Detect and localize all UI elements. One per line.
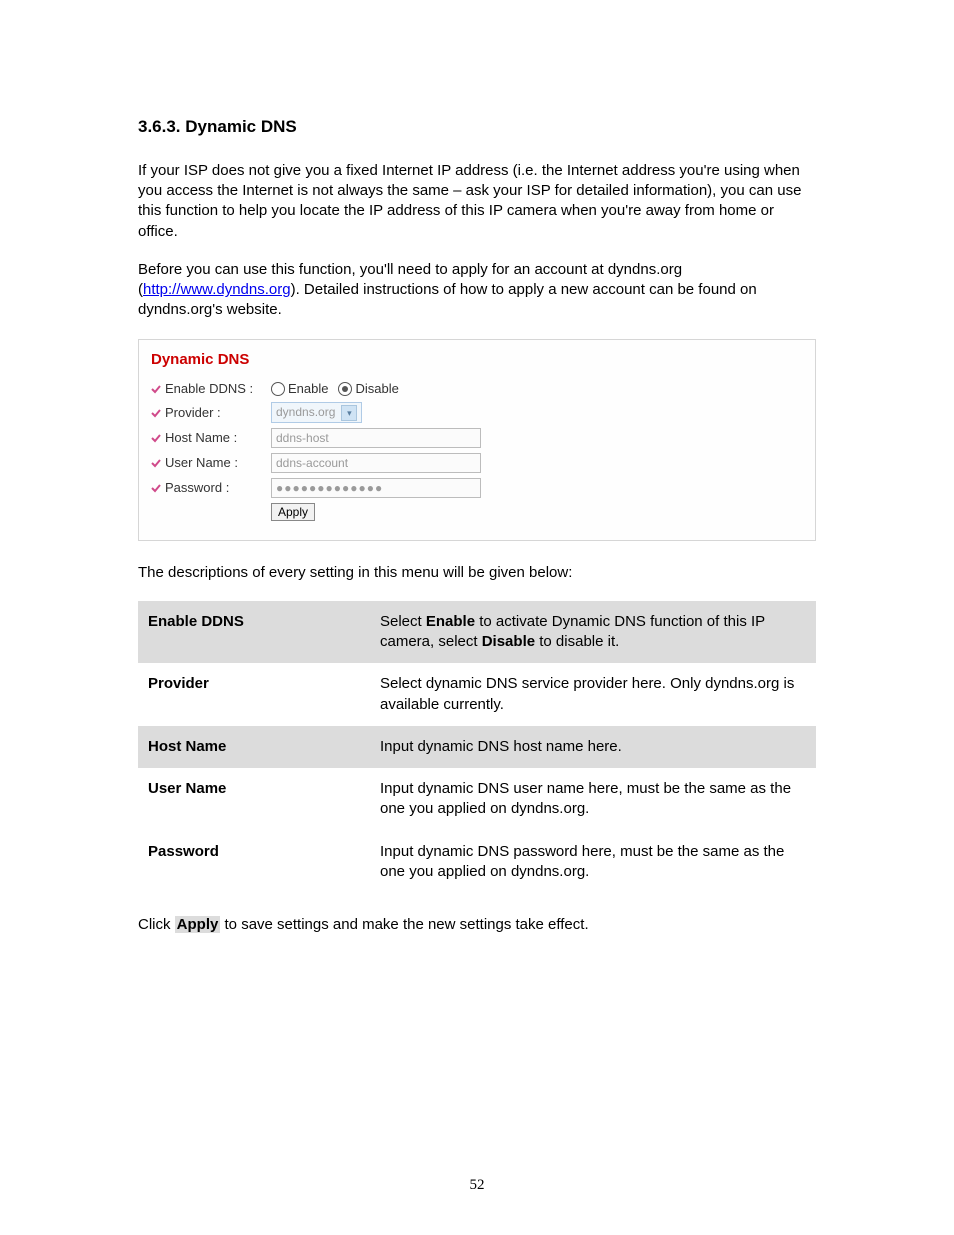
bullet-icon: [151, 483, 161, 493]
bullet-icon: [151, 458, 161, 468]
document-page: 3.6.3. Dynamic DNS If your ISP does not …: [0, 0, 954, 1235]
table-row: Enable DDNS Select Enable to activate Dy…: [138, 601, 816, 664]
user-name-label: User Name :: [151, 454, 271, 472]
radio-enable[interactable]: Enable: [271, 380, 328, 398]
bullet-icon: [151, 408, 161, 418]
row-enable-ddns: Enable DDNS : Enable Disable: [151, 380, 803, 398]
settings-description-table: Enable DDNS Select Enable to activate Dy…: [138, 601, 816, 893]
apply-button[interactable]: Apply: [271, 503, 315, 521]
enable-ddns-label: Enable DDNS :: [151, 380, 271, 398]
setting-desc: Select Enable to activate Dynamic DNS fu…: [370, 601, 816, 664]
closing-post: to save settings and make the new settin…: [220, 916, 588, 933]
host-name-label-text: Host Name :: [165, 429, 237, 447]
password-label: Password :: [151, 479, 271, 497]
table-row: Host Name Input dynamic DNS host name he…: [138, 726, 816, 768]
setting-name: Password: [138, 831, 370, 894]
setting-desc: Input dynamic DNS password here, must be…: [370, 831, 816, 894]
host-name-input[interactable]: [271, 428, 481, 448]
descriptions-intro: The descriptions of every setting in thi…: [138, 563, 816, 583]
row-host-name: Host Name :: [151, 428, 803, 448]
bullet-icon: [151, 384, 161, 394]
provider-select-value: dyndns.org: [276, 404, 335, 420]
provider-label-text: Provider :: [165, 404, 221, 422]
provider-label: Provider :: [151, 404, 271, 422]
apply-inline-highlight: Apply: [175, 916, 221, 933]
page-number: 52: [0, 1175, 954, 1195]
row-apply: Apply: [151, 503, 803, 521]
setting-name: User Name: [138, 768, 370, 831]
user-name-label-text: User Name :: [165, 454, 238, 472]
chevron-down-icon: ▾: [341, 405, 357, 421]
intro-paragraph-1: If your ISP does not give you a fixed In…: [138, 161, 816, 242]
password-label-text: Password :: [165, 479, 229, 497]
intro-paragraph-2: Before you can use this function, you'll…: [138, 260, 816, 321]
provider-select[interactable]: dyndns.org ▾: [271, 402, 362, 422]
table-row: Password Input dynamic DNS password here…: [138, 831, 816, 894]
password-input[interactable]: [271, 478, 481, 498]
enable-ddns-field: Enable Disable: [271, 380, 399, 398]
radio-icon: [271, 382, 285, 396]
radio-icon: [338, 382, 352, 396]
radio-disable-label: Disable: [355, 380, 398, 398]
dynamic-dns-config-panel: Dynamic DNS Enable DDNS : Enable Disable: [138, 339, 816, 541]
bullet-icon: [151, 433, 161, 443]
setting-name: Enable DDNS: [138, 601, 370, 664]
dyndns-link[interactable]: http://www.dyndns.org: [143, 281, 291, 298]
setting-desc: Select dynamic DNS service provider here…: [370, 663, 816, 726]
radio-disable[interactable]: Disable: [338, 380, 398, 398]
user-name-input[interactable]: [271, 453, 481, 473]
table-row: User Name Input dynamic DNS user name he…: [138, 768, 816, 831]
row-password: Password :: [151, 478, 803, 498]
closing-pre: Click: [138, 916, 175, 933]
row-provider: Provider : dyndns.org ▾: [151, 402, 803, 422]
setting-name: Provider: [138, 663, 370, 726]
row-user-name: User Name :: [151, 453, 803, 473]
setting-desc: Input dynamic DNS user name here, must b…: [370, 768, 816, 831]
radio-enable-label: Enable: [288, 380, 328, 398]
section-heading: 3.6.3. Dynamic DNS: [138, 116, 816, 139]
panel-title: Dynamic DNS: [151, 350, 803, 370]
closing-instruction: Click Apply to save settings and make th…: [138, 915, 816, 935]
table-row: Provider Select dynamic DNS service prov…: [138, 663, 816, 726]
enable-ddns-label-text: Enable DDNS :: [165, 380, 253, 398]
setting-desc: Input dynamic DNS host name here.: [370, 726, 816, 768]
host-name-label: Host Name :: [151, 429, 271, 447]
setting-name: Host Name: [138, 726, 370, 768]
